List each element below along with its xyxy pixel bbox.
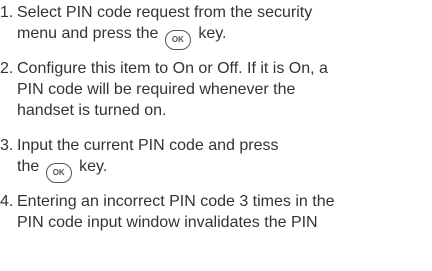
step-4-line-2: PIN code input window invalidates the PI… (17, 214, 318, 231)
step-number: 2. (0, 60, 14, 77)
step-text: Select PIN code request from the securit… (17, 4, 313, 21)
step-2: 2. Configure this item to On or Off. If i… (0, 58, 432, 121)
step-2-line-2: PIN code will be required whenever the (17, 81, 296, 98)
step-1-line-2: menu and press the OK key. (0, 23, 432, 50)
step-text: key. (79, 158, 108, 175)
step-2-line-3: handset is turned on. (17, 102, 167, 119)
step-3: 3. Input the current PIN code and press t… (0, 135, 432, 183)
step-1-line-1: 1. Select PIN code request from the secur… (0, 2, 432, 23)
step-text: key. (198, 25, 227, 42)
step-1: 1. Select PIN code request from the secur… (0, 2, 432, 50)
step-text: the (17, 158, 40, 175)
step-4-line-1: 4. Entering an incorrect PIN code 3 times… (0, 191, 432, 212)
step-number: 3. (0, 137, 14, 154)
step-number: 1. (0, 4, 14, 21)
step-3-line-1: 3. Input the current PIN code and press (0, 135, 432, 156)
step-2-line-1: 2. Configure this item to On or Off. If i… (0, 58, 432, 79)
step-3-line-2: the OK key. (0, 156, 432, 183)
ok-key-icon: OK (45, 163, 72, 183)
step-4: 4. Entering an incorrect PIN code 3 times… (0, 191, 432, 233)
step-number: 4. (0, 193, 14, 210)
instruction-page: 1. Select PIN code request from the secur… (0, 0, 432, 271)
step-text: Entering an incorrect PIN code 3 times i… (17, 193, 335, 210)
step-text: menu and press the (17, 25, 159, 42)
step-text: Configure this item to On or Off. If it … (17, 60, 328, 77)
ok-key-icon: OK (164, 30, 191, 50)
step-text: Input the current PIN code and press (17, 137, 279, 154)
